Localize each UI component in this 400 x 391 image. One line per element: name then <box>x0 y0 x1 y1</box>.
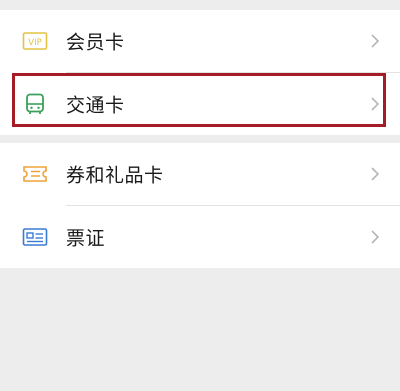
chevron-right-icon <box>370 96 380 112</box>
menu-item-label: 券和礼品卡 <box>66 164 164 187</box>
chevron-right-icon <box>370 229 380 245</box>
menu-item-label: 票证 <box>66 227 106 250</box>
chevron-right-icon <box>370 33 380 49</box>
menu-item-tickets[interactable]: 票证 <box>0 206 400 268</box>
card-group-bottom: 券和礼品卡 票证 <box>0 143 400 268</box>
menu-item-label: 交通卡 <box>66 94 125 117</box>
chevron-right-icon <box>370 166 380 182</box>
svg-text:VIP: VIP <box>28 38 41 48</box>
menu-item-label: 会员卡 <box>66 31 125 54</box>
menu-item-vip-card[interactable]: VIP 会员卡 <box>0 10 400 72</box>
menu-item-transit-card[interactable]: 交通卡 <box>0 73 400 135</box>
coupon-icon <box>22 163 48 185</box>
vip-card-icon: VIP <box>22 30 48 52</box>
menu-item-coupons[interactable]: 券和礼品卡 <box>0 143 400 205</box>
bus-icon <box>22 93 48 115</box>
card-group-top: VIP 会员卡 交通卡 <box>0 10 400 135</box>
ticket-id-icon <box>22 226 48 248</box>
